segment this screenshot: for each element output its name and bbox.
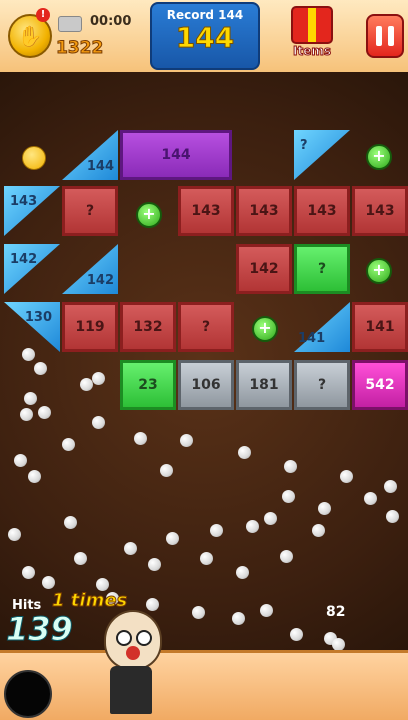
character-head <box>104 610 162 670</box>
pause-button[interactable] <box>366 14 404 58</box>
ball <box>264 512 277 525</box>
coin-count: 1322 <box>55 38 104 59</box>
brick: 106 <box>178 360 234 410</box>
ball <box>364 492 377 505</box>
coin-pickup-icon <box>22 146 46 170</box>
ball <box>22 566 35 579</box>
ball <box>22 348 35 361</box>
pause-icon <box>388 26 394 46</box>
extra-ball-pickup-icon: + <box>366 258 392 284</box>
ball <box>280 550 293 563</box>
brick: 143 <box>178 186 234 236</box>
ball <box>148 558 161 571</box>
top-hud: ✋ ! 00:00 1322 Record 144 144 Items <box>0 0 408 75</box>
ball <box>232 612 245 625</box>
ball <box>134 432 147 445</box>
ball <box>236 566 249 579</box>
triangle-brick: 142 <box>4 244 60 294</box>
brick: 143 <box>352 186 408 236</box>
extra-ball-pickup-icon: + <box>366 144 392 170</box>
ball <box>24 392 37 405</box>
brick: 144 <box>120 130 232 180</box>
game-board[interactable]: 144 144 ? + 143 ? + 143 143 143 143 142 … <box>0 72 408 651</box>
ball <box>92 416 105 429</box>
black-hole-icon[interactable] <box>4 670 52 718</box>
brick: ? <box>62 186 118 236</box>
ball <box>312 524 325 537</box>
ball <box>290 628 303 641</box>
ball <box>34 362 47 375</box>
character-body <box>110 666 152 714</box>
eye-icon <box>136 630 152 646</box>
launch-floor <box>0 650 408 720</box>
gift-box-icon <box>291 6 333 44</box>
ball <box>28 470 41 483</box>
ball <box>124 542 137 555</box>
ball <box>20 408 33 421</box>
extra-ball-pickup-icon: + <box>136 202 162 228</box>
triangle-brick: 141 <box>294 302 350 352</box>
items-button[interactable]: Items <box>286 6 338 62</box>
ball <box>8 528 21 541</box>
extra-ball-pickup-icon: + <box>252 316 278 342</box>
score-value: 144 <box>175 21 235 54</box>
ball <box>64 516 77 529</box>
ball <box>340 470 353 483</box>
ball <box>238 446 251 459</box>
brick: ? <box>294 244 350 294</box>
items-label: Items <box>293 44 332 59</box>
hits-value: 139 <box>6 610 74 649</box>
brick: 141 <box>352 302 408 352</box>
triangle-brick: 142 <box>62 244 118 294</box>
ball-count: 82 <box>326 604 346 620</box>
brick: 23 <box>120 360 176 410</box>
ball <box>166 532 179 545</box>
ball <box>284 460 297 473</box>
timer: 00:00 <box>90 14 132 29</box>
ball <box>260 604 273 617</box>
ball <box>180 434 193 447</box>
brick: 143 <box>236 186 292 236</box>
game-screen: ✋ ! 00:00 1322 Record 144 144 Items 144 … <box>0 0 408 720</box>
hand-coin-icon: ✋ <box>17 24 43 48</box>
mouth-icon <box>126 646 140 660</box>
ball <box>14 454 27 467</box>
ball <box>42 576 55 589</box>
ball <box>386 510 399 523</box>
ball <box>62 438 75 451</box>
eye-icon <box>116 630 132 646</box>
record-label: Record 144 <box>166 8 244 22</box>
ball <box>246 520 259 533</box>
brick: ? <box>178 302 234 352</box>
ball <box>38 406 51 419</box>
ball <box>384 480 397 493</box>
triangle-brick: 143 <box>4 186 60 236</box>
record-panel: Record 144 144 <box>150 2 260 70</box>
brick: 542 <box>352 360 408 410</box>
ball <box>160 464 173 477</box>
ball <box>80 378 93 391</box>
ball <box>210 524 223 537</box>
triangle-brick: 144 <box>62 130 118 180</box>
brick: 132 <box>120 302 176 352</box>
ball <box>282 490 295 503</box>
ball <box>200 552 213 565</box>
ball <box>318 502 331 515</box>
brick: 181 <box>236 360 292 410</box>
ball-launcher-icon <box>58 16 82 32</box>
triangle-brick: 130 <box>4 302 60 352</box>
brick: 142 <box>236 244 292 294</box>
ball <box>192 606 205 619</box>
ball <box>92 372 105 385</box>
triangle-brick: ? <box>294 130 350 180</box>
brick: 119 <box>62 302 118 352</box>
combo-times: 1 times <box>51 590 128 612</box>
ball <box>74 552 87 565</box>
brick: ? <box>294 360 350 410</box>
brick: 143 <box>294 186 350 236</box>
launcher-character[interactable] <box>96 610 166 718</box>
pause-icon <box>376 26 382 46</box>
notification-badge: ! <box>36 8 50 22</box>
